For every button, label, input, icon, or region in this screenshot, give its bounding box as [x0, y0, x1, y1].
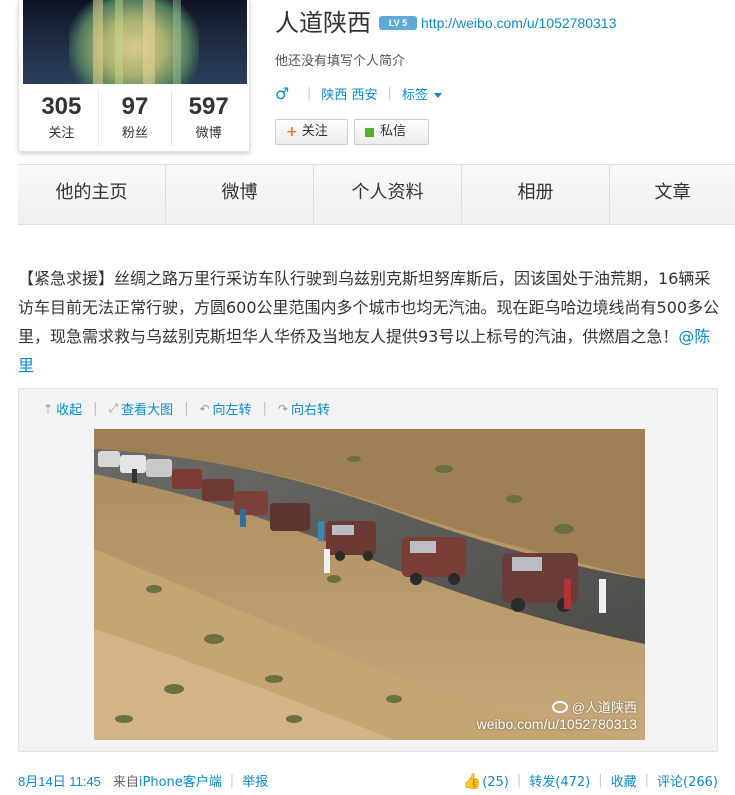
message-icon: [365, 127, 374, 137]
repost-button[interactable]: 转发(472): [529, 771, 590, 790]
comment-button[interactable]: 评论(266): [657, 771, 718, 790]
profile-bio: 他还没有填写个人简介: [275, 54, 406, 69]
expand-icon: ⤢: [108, 401, 119, 415]
report-link[interactable]: 举报: [242, 771, 268, 790]
tags-dropdown[interactable]: 标签: [402, 84, 442, 103]
stat-fans[interactable]: 97 粉丝: [99, 90, 173, 146]
collapse-label: 收起: [56, 403, 83, 418]
post-photo[interactable]: @人道陕西 weibo.com/u/1052780313: [94, 429, 645, 740]
male-icon: ♂: [275, 84, 290, 103]
source-prefix: 来自: [112, 775, 139, 790]
view-large-label: 查看大图: [121, 403, 174, 418]
tab-profile[interactable]: 个人资料: [314, 165, 462, 224]
divider: |: [262, 401, 267, 416]
tab-album[interactable]: 相册: [462, 165, 610, 224]
profile-tabs: 他的主页 微博 个人资料 相册 文章: [18, 164, 735, 225]
stat-count: 97: [121, 93, 149, 120]
like-button[interactable]: 👍(25): [463, 772, 509, 790]
collapse-button[interactable]: ⇡ 收起: [43, 399, 83, 419]
home-url-link[interactable]: http://weibo.com/u/1052780313: [421, 15, 616, 31]
location-link[interactable]: 陕西 西安: [321, 84, 377, 103]
profile-stats: 305 关注 97 粉丝 597 微博: [25, 90, 245, 146]
tab-articles[interactable]: 文章: [610, 165, 735, 224]
like-count: (25): [482, 774, 509, 790]
divider: |: [184, 401, 189, 416]
divider: |: [644, 773, 650, 788]
plus-icon: +: [286, 124, 298, 140]
watermark-handle: @人道陕西: [571, 700, 637, 715]
photo-watermark: @人道陕西 weibo.com/u/1052780313: [477, 697, 637, 732]
profile-actions: + 关注 私信: [275, 119, 429, 145]
profile-name: 人道陕西: [275, 9, 371, 37]
level-badge[interactable]: LV 5: [379, 16, 417, 30]
divider: |: [516, 773, 522, 788]
post-actions: 👍(25) | 转发(472) | 收藏 | 评论(266): [463, 771, 719, 791]
post-meta: 8月14日 11:45 来自 iPhone客户端 | 举报: [18, 771, 268, 790]
divider: |: [229, 773, 235, 788]
stat-posts[interactable]: 597 微博: [172, 90, 245, 146]
watermark-url: weibo.com/u/1052780313: [476, 716, 637, 732]
favorite-button[interactable]: 收藏: [611, 771, 637, 790]
post-body: 【紧急求援】丝绸之路万里行采访车队行驶到乌兹别克斯坦努库斯后，因该国处于油荒期，…: [18, 269, 720, 346]
profile-card: 305 关注 97 粉丝 597 微博: [18, 0, 250, 152]
profile-header: 305 关注 97 粉丝 597 微博 人道陕西 LV 5 http://wei…: [0, 0, 735, 165]
name-row: 人道陕西 LV 5 http://weibo.com/u/1052780313: [275, 6, 616, 40]
rotate-left-label: 向左转: [212, 403, 252, 418]
stat-count: 305: [41, 93, 82, 120]
avatar[interactable]: [23, 0, 247, 84]
tags-label: 标签: [401, 88, 428, 103]
divider: |: [307, 86, 312, 101]
tab-weibo[interactable]: 微博: [166, 165, 314, 224]
stat-label: 关注: [48, 126, 75, 141]
follow-button[interactable]: + 关注: [275, 119, 348, 145]
post-time[interactable]: 8月14日 11:45: [18, 771, 101, 790]
stat-following[interactable]: 305 关注: [25, 90, 99, 146]
divider: |: [93, 401, 98, 416]
rotate-right-icon: ↷: [277, 401, 289, 416]
stat-label: 微博: [195, 126, 222, 141]
weibo-logo-icon: [551, 700, 568, 713]
message-button[interactable]: 私信: [354, 119, 429, 145]
post-text: 【紧急求援】丝绸之路万里行采访车队行驶到乌兹别克斯坦努库斯后，因该国处于油荒期，…: [18, 264, 723, 380]
follow-label: 关注: [301, 124, 328, 139]
divider: |: [598, 773, 603, 788]
rotate-right-button[interactable]: ↷ 向右转: [277, 399, 331, 419]
rotate-left-icon: ↶: [199, 401, 210, 416]
caret-down-icon: [433, 93, 442, 98]
source-link[interactable]: iPhone客户端: [139, 771, 222, 790]
desert-convoy-image: [94, 429, 645, 740]
media-box: ⇡ 收起 | ⤢ 查看大图 | ↶ 向左转 | ↷ 向右转 @人道陕西 weib…: [18, 388, 718, 752]
post-footer: 8月14日 11:45 来自 iPhone客户端 | 举报 👍(25) | 转发…: [18, 771, 718, 791]
media-toolbar: ⇡ 收起 | ⤢ 查看大图 | ↶ 向左转 | ↷ 向右转: [43, 399, 330, 418]
profile-meta: ♂ | 陕西 西安 | 标签: [275, 84, 442, 103]
stat-label: 粉丝: [122, 126, 149, 141]
message-label: 私信: [380, 124, 407, 139]
collapse-icon: ⇡: [43, 401, 54, 416]
view-large-button[interactable]: ⤢ 查看大图: [108, 399, 173, 418]
thumbs-up-icon: 👍: [462, 771, 482, 790]
rotate-right-label: 向右转: [291, 403, 331, 418]
rotate-left-button[interactable]: ↶ 向左转: [199, 399, 252, 419]
tab-home[interactable]: 他的主页: [18, 165, 166, 224]
feed: 【紧急求援】丝绸之路万里行采访车队行驶到乌兹别克斯坦努库斯后，因该国处于油荒期，…: [0, 226, 735, 795]
divider: |: [387, 86, 392, 101]
stat-count: 597: [188, 93, 229, 120]
